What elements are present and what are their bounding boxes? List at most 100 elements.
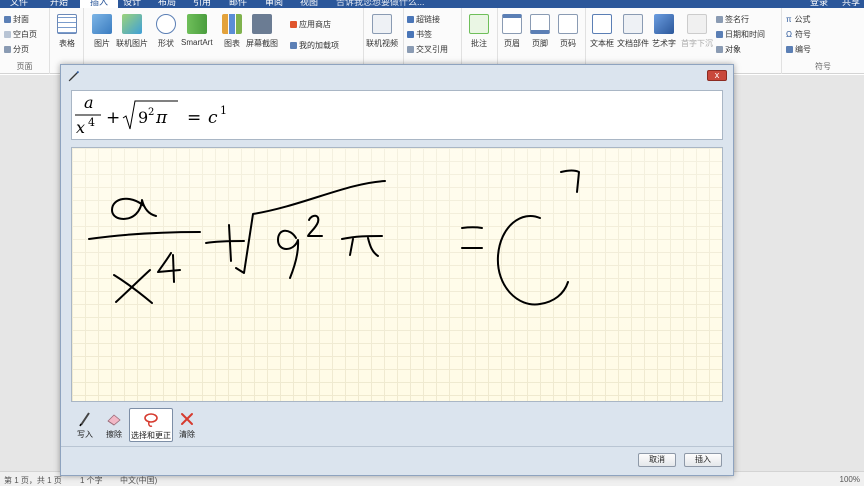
header-icon xyxy=(502,14,522,34)
status-zoom[interactable]: 100% xyxy=(840,475,860,484)
number-icon xyxy=(786,46,793,53)
page-break-icon xyxy=(4,46,11,53)
cross-reference-icon xyxy=(407,46,414,53)
preview-rhs-exp: 1 xyxy=(220,104,227,117)
erase-tool-label: 擦除 xyxy=(106,430,122,439)
my-addins-button[interactable]: 我的加载项 xyxy=(290,41,339,51)
erase-tool-button[interactable]: 擦除 xyxy=(101,408,127,442)
write-tool-label: 写入 xyxy=(77,430,93,439)
login-link[interactable]: 登录 xyxy=(810,0,828,8)
blank-page-icon xyxy=(4,31,11,38)
preview-equals: = xyxy=(187,108,201,128)
tab-design[interactable]: 设计 xyxy=(123,0,141,8)
cover-page-button[interactable]: 封面 xyxy=(4,15,29,25)
object-button[interactable]: 对象 xyxy=(716,45,741,55)
chart-icon xyxy=(222,14,242,34)
preview-radicand-base: 9 xyxy=(138,108,148,127)
lasso-icon xyxy=(144,413,158,427)
table-button[interactable]: 表格 xyxy=(57,14,77,49)
select-correct-tool-label: 选择和更正 xyxy=(131,431,171,440)
status-page-count[interactable]: 第 1 页，共 1 页 xyxy=(4,475,62,486)
preview-numerator: a xyxy=(84,93,94,112)
page-number-button[interactable]: 页码 xyxy=(558,14,578,49)
tell-me-search[interactable]: 告诉我您想要做什么... xyxy=(336,0,425,8)
ink-stroke-4b xyxy=(172,254,175,283)
tab-mailings[interactable]: 邮件 xyxy=(229,0,247,8)
clear-tool-label: 清除 xyxy=(179,430,195,439)
number-button[interactable]: 编号 xyxy=(786,45,811,55)
smartart-icon xyxy=(186,14,207,34)
share-button[interactable]: 共享 xyxy=(842,0,860,8)
tab-insert[interactable]: 插入 xyxy=(80,0,119,8)
select-correct-tool-button[interactable]: 选择和更正 xyxy=(129,408,173,442)
dialog-title-bar[interactable]: x xyxy=(61,65,733,87)
header-button[interactable]: 页眉 xyxy=(502,14,522,49)
picture-button[interactable]: 图片 xyxy=(92,14,112,49)
blank-page-button[interactable]: 空白页 xyxy=(4,30,37,40)
tab-layout[interactable]: 布局 xyxy=(158,0,176,8)
smartart-button[interactable]: SmartArt xyxy=(181,14,213,47)
datetime-button[interactable]: 日期和时间 xyxy=(716,30,765,40)
store-button[interactable]: 应用商店 xyxy=(290,20,331,30)
cross-reference-button[interactable]: 交叉引用 xyxy=(407,45,448,55)
footer-button[interactable]: 页脚 xyxy=(530,14,550,49)
page-number-icon xyxy=(558,14,578,34)
preview-rhs-base: c xyxy=(208,108,218,128)
write-tool-button[interactable]: 写入 xyxy=(73,408,97,442)
ink-stroke-pi-top xyxy=(341,235,383,240)
eraser-icon xyxy=(107,414,121,426)
dialog-divider xyxy=(61,446,733,447)
status-language[interactable]: 中文(中国) xyxy=(120,475,157,486)
ink-radical xyxy=(235,180,386,274)
math-input-dialog: x a x 4 + 9 2 π = c 1 写入 擦除 选择和更正 清除 取消 … xyxy=(60,64,734,476)
ink-stroke-pi-right xyxy=(367,237,379,257)
online-picture-button[interactable]: 联机图片 xyxy=(116,14,148,49)
comment-button[interactable]: 批注 xyxy=(469,14,489,49)
picture-icon xyxy=(92,14,112,34)
hyperlink-button[interactable]: 超链接 xyxy=(407,15,440,25)
ink-stroke-a xyxy=(111,197,157,220)
wordart-button[interactable]: 艺术字 xyxy=(652,14,676,49)
symbol-button[interactable]: Ω 符号 xyxy=(786,30,811,40)
insert-button[interactable]: 插入 xyxy=(684,453,722,467)
addins-icon xyxy=(290,42,297,49)
handwriting-ink xyxy=(88,169,580,306)
tab-references[interactable]: 引用 xyxy=(193,0,211,8)
clear-tool-button[interactable]: 清除 xyxy=(175,408,199,442)
online-video-button[interactable]: 联机视频 xyxy=(366,14,398,49)
camera-icon xyxy=(252,14,272,34)
link-icon xyxy=(407,16,414,23)
signature-icon xyxy=(716,16,723,23)
screenshot-button[interactable]: 屏幕截图 xyxy=(246,14,278,49)
ink-stroke-9 xyxy=(277,229,300,279)
drop-cap-button[interactable]: 首字下沉 xyxy=(681,14,713,49)
signature-line-button[interactable]: 签名行 xyxy=(716,15,749,25)
ribbon-tab-bar: 文件 开始 插入 设计 布局 引用 邮件 审阅 视图 告诉我您想要做什么... … xyxy=(0,0,864,8)
doc-parts-button[interactable]: 文档部件 xyxy=(617,14,649,49)
ink-stroke-c xyxy=(496,215,569,306)
comment-icon xyxy=(469,14,489,34)
handwriting-canvas[interactable] xyxy=(71,147,723,402)
tab-file[interactable]: 文件 xyxy=(10,0,28,8)
calendar-icon xyxy=(716,31,723,38)
status-word-count[interactable]: 1 个字 xyxy=(80,475,103,486)
group-label-symbols: 符号 xyxy=(815,62,831,71)
wordart-icon xyxy=(654,14,674,34)
omega-icon: Ω xyxy=(786,30,792,39)
chart-button[interactable]: 图表 xyxy=(222,14,242,49)
page-break-button[interactable]: 分页 xyxy=(4,45,29,55)
shapes-icon xyxy=(156,14,176,34)
equation-button[interactable]: π 公式 xyxy=(786,15,811,25)
shapes-button[interactable]: 形状 xyxy=(156,14,176,49)
tab-home[interactable]: 开始 xyxy=(50,0,68,8)
tab-view[interactable]: 视图 xyxy=(300,0,318,8)
cancel-button[interactable]: 取消 xyxy=(638,453,676,467)
bookmark-button[interactable]: 书签 xyxy=(407,30,432,40)
dialog-close-button[interactable]: x xyxy=(707,70,727,81)
tab-review[interactable]: 审阅 xyxy=(265,0,283,8)
preview-pi: π xyxy=(155,108,168,128)
group-pages: 封面 空白页 分页 页面 xyxy=(0,8,50,74)
pi-icon: π xyxy=(786,15,792,24)
text-box-button[interactable]: 文本框 xyxy=(590,14,614,49)
online-picture-icon xyxy=(122,14,142,34)
